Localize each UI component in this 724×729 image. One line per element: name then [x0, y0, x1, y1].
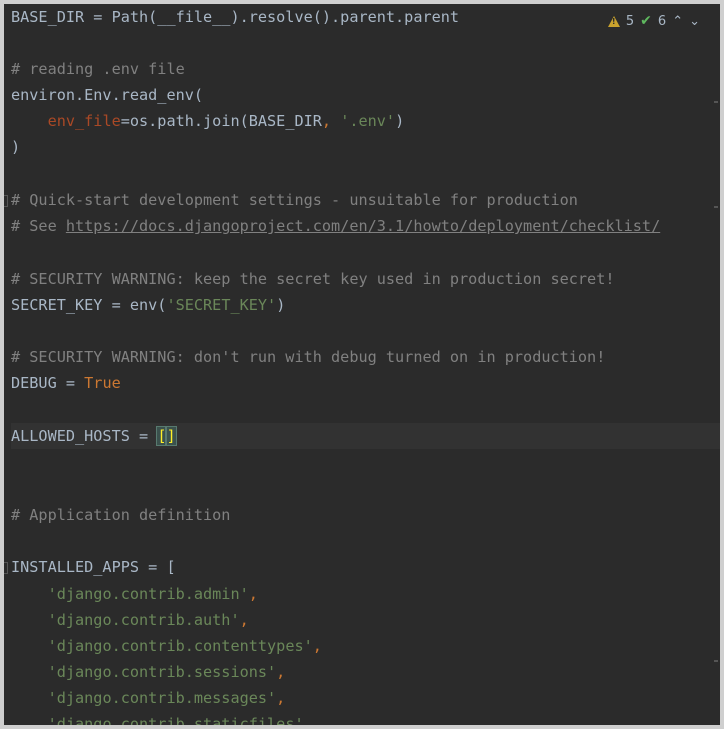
comment: # SECURITY WARNING: keep the secret key …: [11, 270, 615, 288]
code-line[interactable]: # SECURITY WARNING: don't run with debug…: [11, 344, 720, 370]
string-literal: 'django.contrib.sessions': [47, 663, 277, 681]
code-text: ): [276, 296, 286, 314]
code-editor[interactable]: 5 ✔ 6 ⌃ ⌄ BASE_DIR = Path(__file__).reso…: [4, 4, 720, 725]
scroll-marker: [714, 660, 718, 662]
code-line[interactable]: # See https://docs.djangoproject.com/en/…: [11, 213, 720, 239]
string-literal: 'django.contrib.messages': [47, 689, 277, 707]
comment: # Application definition: [11, 506, 231, 524]
current-code-line[interactable]: ALLOWED_HOSTS = []: [11, 423, 720, 449]
code-text: ALLOWED_HOSTS =: [11, 427, 158, 445]
string-literal: 'django.contrib.admin': [47, 585, 249, 603]
code-text: environ.Env.read_env(: [11, 86, 204, 104]
code-line[interactable]: environ.Env.read_env(: [11, 82, 720, 108]
code-line[interactable]: 'django.contrib.sessions',: [11, 659, 720, 685]
comment: # reading .env file: [11, 60, 185, 78]
code-line[interactable]: # Application definition: [11, 502, 720, 528]
docs-link[interactable]: https://docs.djangoproject.com/en/3.1/ho…: [66, 217, 660, 235]
fold-marker-icon[interactable]: [4, 195, 8, 207]
comment: # Quick-start development settings - uns…: [11, 191, 578, 209]
punctuation: ,: [276, 689, 286, 707]
code-line[interactable]: 'django.contrib.staticfiles',: [11, 711, 720, 725]
code-line[interactable]: 'django.contrib.auth',: [11, 607, 720, 633]
punctuation: ,: [248, 585, 258, 603]
code-line[interactable]: DEBUG = True: [11, 370, 720, 396]
code-line[interactable]: 'django.contrib.messages',: [11, 685, 720, 711]
comment: # See: [11, 217, 66, 235]
fold-marker-icon[interactable]: [4, 562, 8, 574]
keyword-argument: env_file: [47, 112, 121, 130]
code-text: SECRET_KEY = env(: [11, 296, 167, 314]
punctuation: ,: [312, 637, 322, 655]
punctuation: ,: [239, 611, 249, 629]
punctuation: ,: [321, 112, 341, 130]
string-literal: 'django.contrib.contenttypes': [47, 637, 313, 655]
string-literal: 'django.contrib.staticfiles': [47, 715, 304, 725]
code-line[interactable]: # Quick-start development settings - uns…: [11, 187, 720, 213]
code-text: INSTALLED_APPS = [: [11, 558, 176, 576]
code-line[interactable]: 'django.contrib.admin',: [11, 581, 720, 607]
string-literal: '.env': [340, 112, 396, 130]
code-line[interactable]: # SECURITY WARNING: keep the secret key …: [11, 266, 720, 292]
code-line[interactable]: 'django.contrib.contenttypes',: [11, 633, 720, 659]
scroll-marker: [714, 101, 718, 103]
code-text: DEBUG =: [11, 374, 85, 392]
code-text: =os.path.join(BASE_DIR: [120, 112, 322, 130]
comment: # SECURITY WARNING: don't run with debug…: [11, 348, 606, 366]
close-bracket: ]: [165, 426, 177, 446]
punctuation: ,: [276, 663, 286, 681]
code-text: BASE_DIR = Path(__file__).resolve().pare…: [11, 8, 460, 26]
string-literal: 'django.contrib.auth': [47, 611, 240, 629]
code-line[interactable]: BASE_DIR = Path(__file__).resolve().pare…: [11, 4, 720, 30]
punctuation: ,: [303, 715, 313, 725]
string-literal: 'SECRET_KEY': [166, 296, 277, 314]
keyword: True: [84, 374, 121, 392]
code-line[interactable]: ): [11, 134, 720, 160]
code-line[interactable]: env_file=os.path.join(BASE_DIR, '.env'): [11, 108, 720, 134]
code-text: ): [11, 138, 21, 156]
code-line[interactable]: SECRET_KEY = env('SECRET_KEY'): [11, 292, 720, 318]
scroll-marker: [714, 206, 718, 208]
code-line[interactable]: INSTALLED_APPS = [: [11, 554, 720, 580]
code-text: ): [395, 112, 405, 130]
code-line[interactable]: # reading .env file: [11, 56, 720, 82]
